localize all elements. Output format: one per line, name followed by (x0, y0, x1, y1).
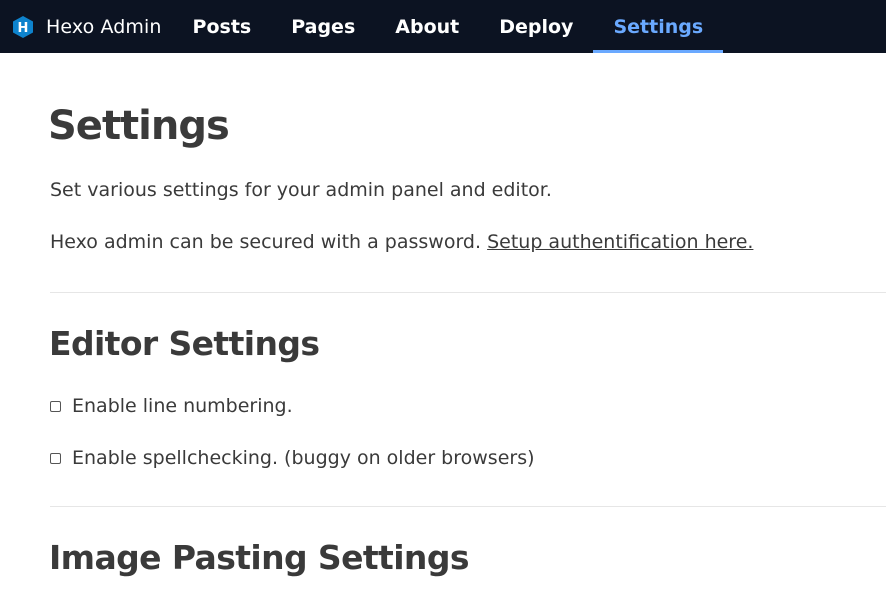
svg-text:H: H (18, 21, 29, 36)
divider (50, 506, 886, 507)
spellchecking-checkbox[interactable] (50, 452, 61, 464)
brand-name: Hexo Admin (46, 15, 162, 38)
editor-settings-heading: Editor Settings (49, 324, 320, 363)
hexo-logo-icon: H (11, 15, 35, 39)
brand-link[interactable]: H Hexo Admin (0, 0, 192, 53)
option-spellchecking[interactable]: Enable spellchecking. (buggy on older br… (50, 447, 535, 469)
auth-paragraph: Hexo admin can be secured with a passwor… (50, 231, 753, 253)
nav-posts[interactable]: Posts (192, 0, 272, 53)
spellchecking-label: Enable spellchecking. (buggy on older br… (72, 447, 535, 469)
nav-settings[interactable]: Settings (593, 0, 723, 53)
nav-pages[interactable]: Pages (271, 0, 375, 53)
page-title: Settings (48, 103, 230, 149)
auth-text: Hexo admin can be secured with a passwor… (50, 231, 482, 253)
setup-auth-link[interactable]: Setup authentification here. (487, 231, 753, 253)
nav-deploy[interactable]: Deploy (479, 0, 593, 53)
top-navbar: H Hexo Admin Posts Pages About Deploy Se… (0, 0, 886, 53)
nav-about[interactable]: About (375, 0, 479, 53)
line-numbering-checkbox[interactable] (50, 400, 61, 412)
intro-text: Set various settings for your admin pane… (50, 179, 552, 201)
line-numbering-label: Enable line numbering. (72, 395, 293, 417)
divider (50, 292, 886, 293)
image-pasting-heading: Image Pasting Settings (49, 538, 470, 577)
option-line-numbering[interactable]: Enable line numbering. (50, 395, 293, 417)
